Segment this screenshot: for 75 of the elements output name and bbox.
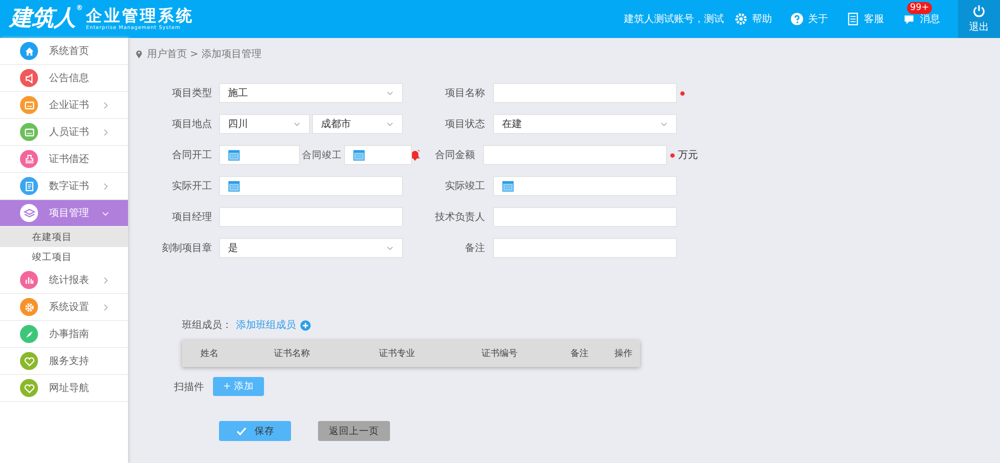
input-field[interactable] — [493, 238, 677, 258]
calendar-icon — [502, 180, 514, 192]
column-header: 证书编号 — [480, 348, 518, 360]
sidebar-item[interactable]: 证书借还 — [0, 146, 128, 173]
sidebar-item[interactable]: 人员证书 — [0, 119, 128, 146]
logout-button[interactable]: 退出 — [958, 0, 1000, 38]
select-field[interactable]: 是 — [219, 238, 403, 258]
sidebar-item[interactable]: 统计报表 — [0, 267, 128, 294]
input-field[interactable] — [493, 207, 677, 227]
sidebar-item[interactable]: 企业证书 — [0, 92, 128, 119]
help-icon — [790, 12, 804, 26]
field-label: 实际竣工 — [444, 180, 485, 193]
logo-text: 建筑人 — [10, 6, 76, 31]
column-header: 证书专业 — [378, 348, 416, 360]
input-field[interactable] — [493, 83, 677, 103]
chevron-down-icon — [660, 120, 668, 128]
field-label: 备注 — [464, 242, 485, 255]
date-field[interactable] — [219, 145, 300, 165]
sidebar-item[interactable]: 网址导航 — [0, 375, 128, 402]
select-field[interactable]: 施工 — [219, 83, 403, 103]
select-field[interactable]: 四川 — [219, 114, 310, 134]
sidebar-subitem[interactable]: 在建项目 — [0, 227, 128, 247]
field-label: 项目状态 — [444, 118, 485, 131]
checkmark-icon — [236, 426, 246, 436]
back-button[interactable]: 返回上一页 — [318, 421, 390, 441]
date-field[interactable] — [493, 176, 677, 196]
save-button[interactable]: 保存 — [219, 421, 291, 441]
document-icon — [846, 12, 860, 26]
calendar-icon — [228, 149, 240, 161]
sidebar-item[interactable]: 办事指南 — [0, 321, 128, 348]
field-label: 扫描件 — [174, 380, 204, 394]
field-label: 技术负责人 — [434, 210, 485, 224]
calendar-icon — [228, 180, 240, 192]
date-field[interactable] — [344, 145, 412, 165]
sidebar-item[interactable]: 服务支持 — [0, 348, 128, 375]
input-field[interactable] — [483, 145, 667, 165]
calendar-icon — [353, 149, 365, 161]
unit-label: 万元 — [678, 149, 698, 162]
breadcrumb-link[interactable]: 用户首页 — [147, 47, 187, 61]
field-label: 合同金额 — [434, 148, 475, 162]
field-label: 项目地点 — [171, 118, 212, 131]
select-field[interactable]: 成都市 — [312, 114, 403, 134]
column-header: 备注 — [570, 348, 590, 360]
sidebar-subitem[interactable]: 竣工项目 — [0, 247, 128, 267]
input-field[interactable] — [219, 207, 403, 227]
breadcrumb-current: 添加项目管理 — [201, 48, 262, 61]
field-label: 项目经理 — [171, 211, 212, 224]
field-label: 实际开工 — [171, 180, 212, 193]
column-header: 证书名称 — [273, 348, 311, 360]
breadcrumb-separator: > — [190, 48, 198, 60]
field-label: 刻制项目章 — [161, 242, 212, 255]
field-label: 合同竣工 — [302, 148, 342, 162]
sidebar-item[interactable]: 公告信息 — [0, 65, 128, 92]
column-header: 姓名 — [200, 348, 220, 360]
select-field[interactable]: 在建 — [493, 114, 677, 134]
chevron-down-icon — [386, 244, 394, 252]
chevron-down-icon — [293, 120, 301, 128]
settings-icon — [734, 12, 748, 26]
field-label: 项目类型 — [171, 86, 212, 100]
chevron-down-icon — [386, 120, 394, 128]
power-icon — [972, 4, 986, 18]
date-field[interactable] — [219, 176, 403, 196]
sidebar-item[interactable]: 项目管理 — [0, 200, 128, 227]
notification-badge: 99+ — [907, 2, 932, 14]
sidebar-item[interactable]: 系统设置 — [0, 294, 128, 321]
sidebar-item[interactable]: 系统首页 — [0, 38, 128, 65]
team-label: 班组成员： — [182, 318, 232, 332]
field-label: 合同开工 — [171, 149, 212, 162]
chevron-down-icon — [386, 89, 394, 97]
field-label: 项目名称 — [444, 87, 485, 100]
app-title: 企业管理系统 — [86, 7, 194, 25]
user-name: 建筑人测试账号，测试 — [624, 12, 724, 26]
location-pin-icon — [134, 49, 144, 59]
column-header: 操作 — [614, 348, 634, 360]
add-circle-icon — [300, 320, 311, 330]
